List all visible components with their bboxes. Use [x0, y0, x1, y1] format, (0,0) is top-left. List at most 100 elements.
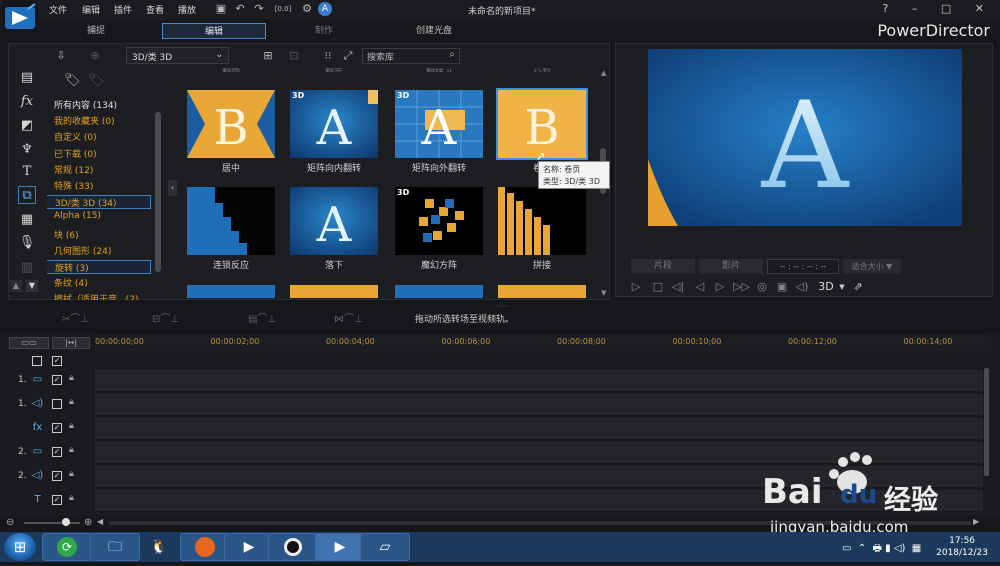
transition-thumb[interactable]: A	[290, 187, 378, 255]
track-enable-checkbox[interactable]: ✓	[52, 423, 62, 433]
zoom-badge[interactable]: [0.0]	[272, 2, 294, 16]
lock-icon[interactable]: 🔒︎	[69, 397, 74, 407]
panel-splitter[interactable]: ·····	[496, 302, 509, 311]
apply-icon[interactable]: ⊡	[287, 49, 301, 63]
undo-icon[interactable]: ↶	[233, 2, 247, 16]
scroll-right-icon[interactable]: ▶	[973, 517, 979, 526]
account-icon[interactable]: A	[318, 2, 332, 16]
track-manager-icon[interactable]: ▭▭	[9, 337, 49, 349]
menu-view[interactable]: 查看	[146, 3, 164, 16]
category-item[interactable]: 我的收藏夹 (0)	[54, 114, 115, 127]
category-dropdown[interactable]: 3D/类 3D ⌄	[126, 47, 229, 64]
grid-view-icon[interactable]: ⁝⁝	[321, 49, 335, 63]
transition-thumb-partial[interactable]	[395, 285, 483, 298]
mode-disc[interactable]: 创建光盘	[400, 23, 468, 39]
import-icon[interactable]: ⇩	[54, 49, 68, 63]
chapter-room-icon[interactable]: ▥	[18, 259, 36, 277]
media-room-icon[interactable]: ▤	[18, 69, 36, 87]
category-item[interactable]: 特殊 (33)	[54, 179, 93, 192]
mode-capture[interactable]: 捕捉	[70, 23, 122, 39]
transition-thumb[interactable]	[498, 187, 586, 255]
track-enable-checkbox[interactable]: ✓	[52, 471, 62, 481]
scroll-down-icon[interactable]: ▼	[26, 280, 38, 292]
task-recorder-icon[interactable]	[268, 533, 318, 561]
zoom-slider[interactable]	[24, 522, 80, 524]
grid-scroll-up-icon[interactable]: ▲	[601, 69, 606, 77]
task-notes-icon[interactable]: ▱	[360, 533, 410, 561]
track-lane[interactable]	[95, 418, 983, 440]
fast-forward-icon[interactable]: ▷▷	[733, 280, 750, 294]
track-lane[interactable]	[95, 370, 983, 392]
transition-room-icon[interactable]: ⧉	[18, 186, 36, 204]
transition-thumb[interactable]: B	[496, 88, 588, 160]
stereo-dropdown-icon[interactable]: ▼	[835, 280, 849, 294]
track-enable-checkbox[interactable]: ✓	[52, 447, 62, 457]
lock-icon[interactable]: 🔒︎	[69, 421, 74, 431]
snapshot-icon[interactable]: ◎	[755, 280, 769, 294]
zoom-out-icon[interactable]: ⊖	[6, 517, 14, 528]
category-item[interactable]: 块 (6)	[54, 228, 79, 241]
window-controls[interactable]: ? – □ ✕	[883, 2, 994, 15]
pip-room-icon[interactable]: ◩	[18, 117, 36, 135]
split-icon[interactable]: ⊟⌒⊥	[152, 310, 179, 325]
category-item[interactable]: 擦拭（适用于音...(2)	[54, 292, 138, 300]
tree-scrollbar[interactable]	[155, 112, 161, 272]
track-enable-checkbox[interactable]: ✓	[52, 375, 62, 385]
volume-icon[interactable]: ◁)	[795, 280, 809, 294]
category-item[interactable]: 已下载 (0)	[54, 147, 97, 160]
grid-scroll-down-icon[interactable]: ▼	[601, 289, 606, 297]
fit-size-dropdown[interactable]: 适合大小 ▼	[843, 259, 901, 274]
task-360-icon[interactable]: ⟳	[42, 533, 92, 561]
menu-play[interactable]: 播放	[178, 3, 196, 16]
mode-edit[interactable]: 编辑	[162, 23, 266, 39]
next-icon[interactable]: ▷	[713, 280, 727, 294]
transition-thumb[interactable]: A 3D	[290, 90, 378, 158]
lock-icon[interactable]: 🔒︎	[69, 493, 74, 503]
transition-thumb[interactable]: B	[187, 90, 275, 158]
redo-icon[interactable]: ↷	[252, 2, 266, 16]
tag-add-icon[interactable]: 🏷	[64, 74, 81, 88]
category-item[interactable]: 所有内容 (134)	[54, 98, 117, 111]
menu-edit[interactable]: 编辑	[82, 3, 100, 16]
transition-thumb[interactable]: 3D	[395, 187, 483, 255]
category-item[interactable]: 条纹 (4)	[54, 276, 88, 289]
category-item[interactable]: Alpha (15)	[54, 211, 101, 221]
search-icon[interactable]: ⌕	[449, 49, 455, 60]
particle-room-icon[interactable]: ♆	[18, 141, 36, 159]
transition-thumb[interactable]: A 3D	[395, 90, 483, 158]
task-firefox-icon[interactable]	[180, 533, 230, 561]
fx-room-icon[interactable]: fx	[18, 93, 36, 111]
timeline-vscroll[interactable]	[984, 368, 989, 476]
category-item[interactable]: 旋转 (3)	[47, 260, 151, 274]
category-item[interactable]: 几何图形 (24)	[54, 244, 111, 257]
fullscreen-icon[interactable]: ▣	[775, 280, 789, 294]
effect-icon[interactable]: ▤⌒⊥	[248, 310, 276, 325]
lock-icon[interactable]: 🔒︎	[69, 469, 74, 479]
download-icon[interactable]: ⊕	[88, 49, 102, 63]
lock-icon[interactable]: 🔒︎	[69, 373, 74, 383]
search-input[interactable]: 搜索库	[367, 53, 394, 63]
tag-remove-icon[interactable]: 🏷	[88, 74, 105, 88]
stereo-3d-button[interactable]: 3D	[817, 280, 835, 294]
scroll-up-icon[interactable]: ▲	[10, 280, 22, 292]
transition-thumb-partial[interactable]	[498, 285, 586, 298]
clip-mode-button[interactable]: 片段	[631, 259, 695, 274]
category-item[interactable]: 3D/类 3D (34)	[47, 195, 151, 210]
all-tracks-visible-checkbox[interactable]	[32, 356, 42, 366]
keyframe-icon[interactable]: ⋈⌒⊥	[334, 310, 363, 325]
transition-thumb[interactable]	[187, 187, 275, 255]
task-qq-icon[interactable]: 🐧	[134, 533, 184, 561]
stop-icon[interactable]: □	[651, 280, 665, 294]
movie-mode-button[interactable]: 影片	[699, 259, 763, 274]
prev-frame-icon[interactable]: ◁|	[671, 280, 685, 294]
transition-thumb-partial[interactable]	[187, 285, 275, 298]
zoom-slider-knob[interactable]	[62, 518, 70, 526]
add-to-timeline-icon[interactable]: ⊞	[261, 49, 275, 63]
menu-file[interactable]: 文件	[49, 3, 67, 16]
track-lane[interactable]	[95, 394, 983, 416]
task-explorer-icon[interactable]: 🗀	[90, 533, 140, 561]
track-enable-checkbox[interactable]	[52, 399, 62, 409]
zoom-in-icon[interactable]: ⊕	[84, 517, 92, 528]
prev-icon[interactable]: ◁	[693, 280, 707, 294]
expand-icon[interactable]: ⤢	[341, 49, 355, 63]
